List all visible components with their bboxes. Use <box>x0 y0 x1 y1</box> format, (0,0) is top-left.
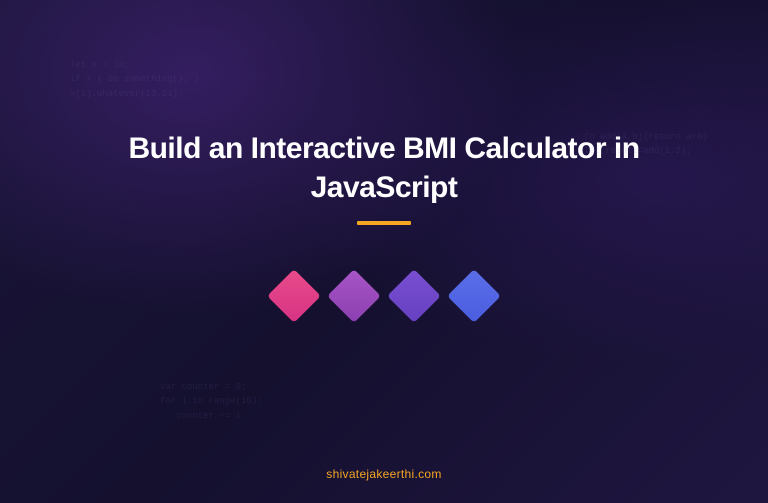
square-pink-icon <box>267 269 321 323</box>
page-title: Build an Interactive BMI Calculator in J… <box>89 129 679 207</box>
square-blue-icon <box>447 269 501 323</box>
decorative-squares-row <box>275 277 493 315</box>
footer: shivatejakeerthi.com <box>0 465 768 483</box>
footer-site-link[interactable]: shivatejakeerthi.com <box>326 467 441 481</box>
square-purple-icon <box>327 269 381 323</box>
title-underline <box>357 221 411 225</box>
square-violet-icon <box>387 269 441 323</box>
hero-section: Build an Interactive BMI Calculator in J… <box>0 0 768 503</box>
